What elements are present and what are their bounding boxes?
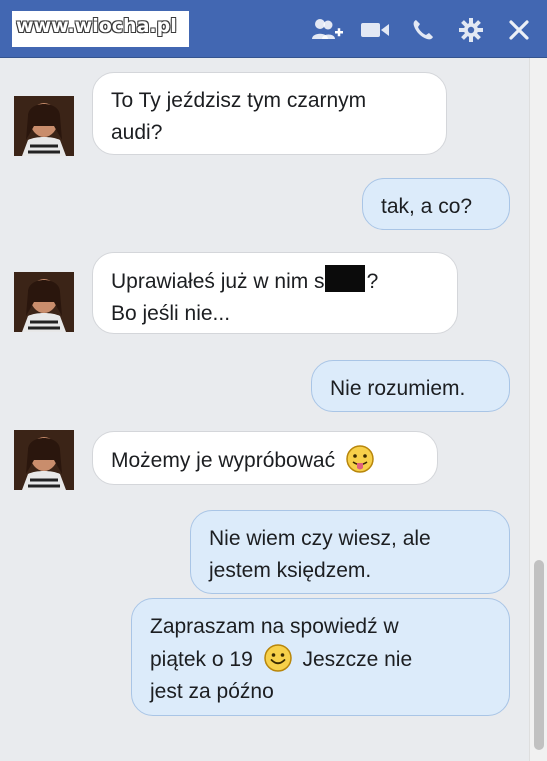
add-friend-icon[interactable] bbox=[309, 12, 345, 48]
tongue-out-emoji bbox=[346, 445, 374, 473]
chat-header: www.wiocha.pl bbox=[0, 0, 547, 58]
video-call-icon[interactable] bbox=[357, 12, 393, 48]
message-line: To Ty jeździsz tym czarnym bbox=[111, 89, 367, 112]
message-text: ? bbox=[366, 270, 379, 293]
message-line: Nie wiem czy wiesz, ale bbox=[209, 527, 431, 550]
message-line: tak, a co? bbox=[381, 195, 473, 218]
message-text: piątek o 19 bbox=[150, 648, 253, 671]
message-bubble-outgoing[interactable]: Zapraszam na spowiedź w piątek o 19 Jesz… bbox=[131, 598, 510, 716]
message-line: Zapraszam na spowiedź w bbox=[150, 615, 399, 638]
phone-icon[interactable] bbox=[405, 12, 441, 48]
message-bubble-outgoing[interactable]: Nie wiem czy wiesz, ale jestem księdzem. bbox=[190, 510, 510, 594]
message-text: Uprawiałeś już w nim s bbox=[111, 270, 325, 293]
message-bubble-outgoing[interactable]: tak, a co? bbox=[362, 178, 510, 230]
avatar-photo bbox=[14, 96, 74, 156]
message-line: Nie rozumiem. bbox=[330, 377, 466, 400]
message-line: jest za późno bbox=[150, 680, 274, 703]
close-icon[interactable] bbox=[501, 12, 537, 48]
header-icons bbox=[297, 12, 537, 48]
message-bubble-incoming[interactable]: To Ty jeździsz tym czarnym audi? bbox=[92, 72, 447, 155]
message-line: jestem księdzem. bbox=[209, 559, 372, 582]
contact-avatar[interactable] bbox=[14, 272, 74, 332]
message-text: Możemy je wypróbować bbox=[111, 449, 336, 472]
message-line: piątek o 19 Jeszcze nie bbox=[150, 643, 491, 676]
scrollbar-thumb[interactable] bbox=[534, 560, 544, 750]
redaction-box bbox=[324, 265, 365, 292]
gear-icon[interactable] bbox=[453, 12, 489, 48]
watermark-logo: www.wiocha.pl bbox=[12, 11, 189, 47]
message-line: audi? bbox=[111, 121, 163, 144]
message-line: Uprawiałeś już w nim s? bbox=[111, 265, 439, 298]
message-bubble-incoming[interactable]: Uprawiałeś już w nim s? Bo jeśli nie... bbox=[92, 252, 458, 334]
avatar-photo bbox=[14, 430, 74, 490]
chat-scrollbar[interactable] bbox=[529, 58, 547, 761]
contact-avatar[interactable] bbox=[14, 96, 74, 156]
message-line: Bo jeśli nie... bbox=[111, 302, 231, 325]
avatar-photo bbox=[14, 272, 74, 332]
message-bubble-incoming[interactable]: Możemy je wypróbować bbox=[92, 431, 438, 485]
message-text: Jeszcze nie bbox=[302, 648, 413, 671]
message-bubble-outgoing[interactable]: Nie rozumiem. bbox=[311, 360, 510, 412]
contact-avatar[interactable] bbox=[14, 430, 74, 490]
smile-emoji bbox=[263, 644, 292, 672]
watermark-text: www.wiocha.pl bbox=[16, 15, 177, 37]
